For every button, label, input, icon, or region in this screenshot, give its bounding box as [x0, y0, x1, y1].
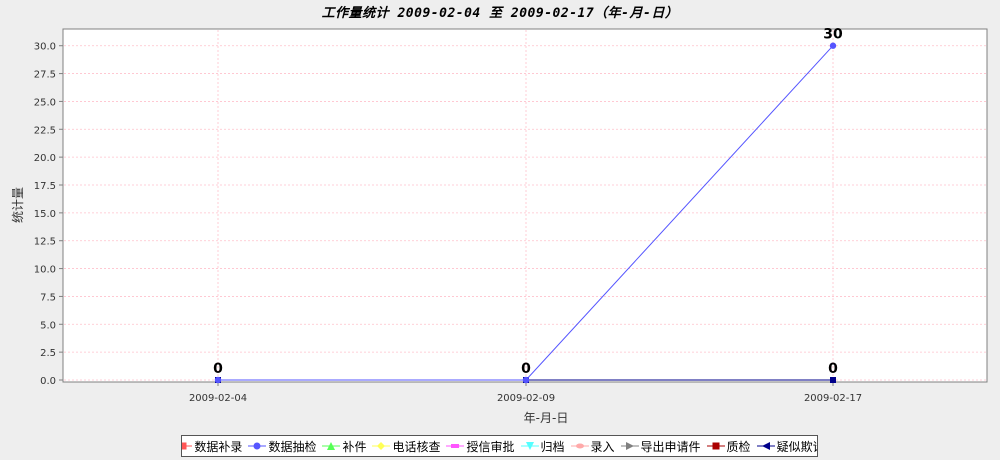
- legend-label: 归档: [540, 439, 565, 454]
- legend-swatch: [372, 442, 391, 450]
- data-point: [829, 42, 837, 49]
- legend-item: 数据补录: [182, 438, 243, 455]
- legend-label: 授信审批: [466, 439, 515, 454]
- legend-label: 补件: [342, 439, 367, 454]
- legend-swatch: [520, 442, 539, 450]
- plot-area: [62, 28, 988, 383]
- y-tick-label: 17.5: [34, 181, 56, 192]
- legend-swatch: [182, 442, 193, 450]
- legend: 数据补录 数据抽检 补件 电话核查 授信审批 归档 录入 导出申请件 质检 疑似欺诈: [181, 435, 818, 457]
- legend-item: 电话核查: [372, 438, 440, 455]
- legend-item: 导出申请件: [620, 438, 701, 455]
- legend-swatch: [570, 443, 589, 449]
- y-tick-label: 15.0: [34, 209, 56, 220]
- legend-swatch: [756, 442, 775, 450]
- legend-item: 归档: [520, 438, 565, 455]
- y-tick-label: 10.0: [34, 265, 56, 276]
- x-tick-label: 2009-02-17: [804, 393, 862, 404]
- legend-swatch: [248, 442, 267, 450]
- x-axis-label: 年-月-日: [524, 411, 569, 425]
- legend-swatch: [706, 442, 725, 450]
- legend-label: 疑似欺诈: [776, 439, 817, 454]
- legend-label: 数据补录: [194, 439, 243, 454]
- y-tick-label: 25.0: [34, 97, 56, 108]
- legend-item: 质检: [706, 438, 751, 455]
- y-tick-label: 0.0: [40, 376, 56, 387]
- y-tick-label: 30.0: [34, 42, 56, 53]
- y-tick-label: 22.5: [34, 125, 56, 136]
- legend-label: 数据抽检: [268, 439, 317, 454]
- y-tick-label: 2.5: [40, 348, 56, 359]
- data-label: 0: [521, 361, 531, 377]
- x-axis: 2009-02-04 2009-02-09 2009-02-17: [189, 382, 862, 404]
- legend-item: 疑似欺诈: [756, 438, 817, 455]
- y-tick-label: 5.0: [40, 320, 56, 331]
- legend-item: 数据抽检: [248, 438, 316, 455]
- legend-label: 录入: [590, 439, 615, 454]
- legend-label: 电话核查: [392, 439, 441, 454]
- x-tick-label: 2009-02-09: [497, 393, 555, 404]
- y-axis: 0.0 2.5 5.0 7.5 10.0 12.5 15.0 17.5 20.0 22.5 25.0…: [34, 42, 63, 387]
- data-point: [214, 376, 222, 384]
- data-label: 0: [828, 361, 838, 377]
- line-chart: 0.0 2.5 5.0 7.5 10.0 12.5 15.0 17.5 20.0 22.5 25.0…: [11, 27, 988, 425]
- legend-swatch: [446, 444, 465, 448]
- legend-item: 补件: [322, 438, 366, 455]
- legend-item: 授信审批: [446, 438, 515, 455]
- data-point: [522, 376, 530, 384]
- data-label: 30: [823, 27, 843, 43]
- legend-swatch: [620, 442, 639, 450]
- y-axis-label: 统计量: [11, 187, 25, 223]
- y-tick-label: 27.5: [34, 70, 56, 81]
- y-tick-label: 7.5: [40, 292, 56, 303]
- x-tick-label: 2009-02-04: [189, 393, 247, 404]
- data-point: [830, 377, 836, 383]
- legend-label: 导出申请件: [640, 439, 701, 454]
- y-tick-label: 12.5: [34, 237, 56, 248]
- legend-swatch: [322, 442, 341, 450]
- legend-item: 录入: [570, 438, 615, 455]
- legend-label: 质检: [726, 439, 751, 454]
- y-tick-label: 20.0: [34, 153, 56, 164]
- data-label: 0: [213, 361, 223, 377]
